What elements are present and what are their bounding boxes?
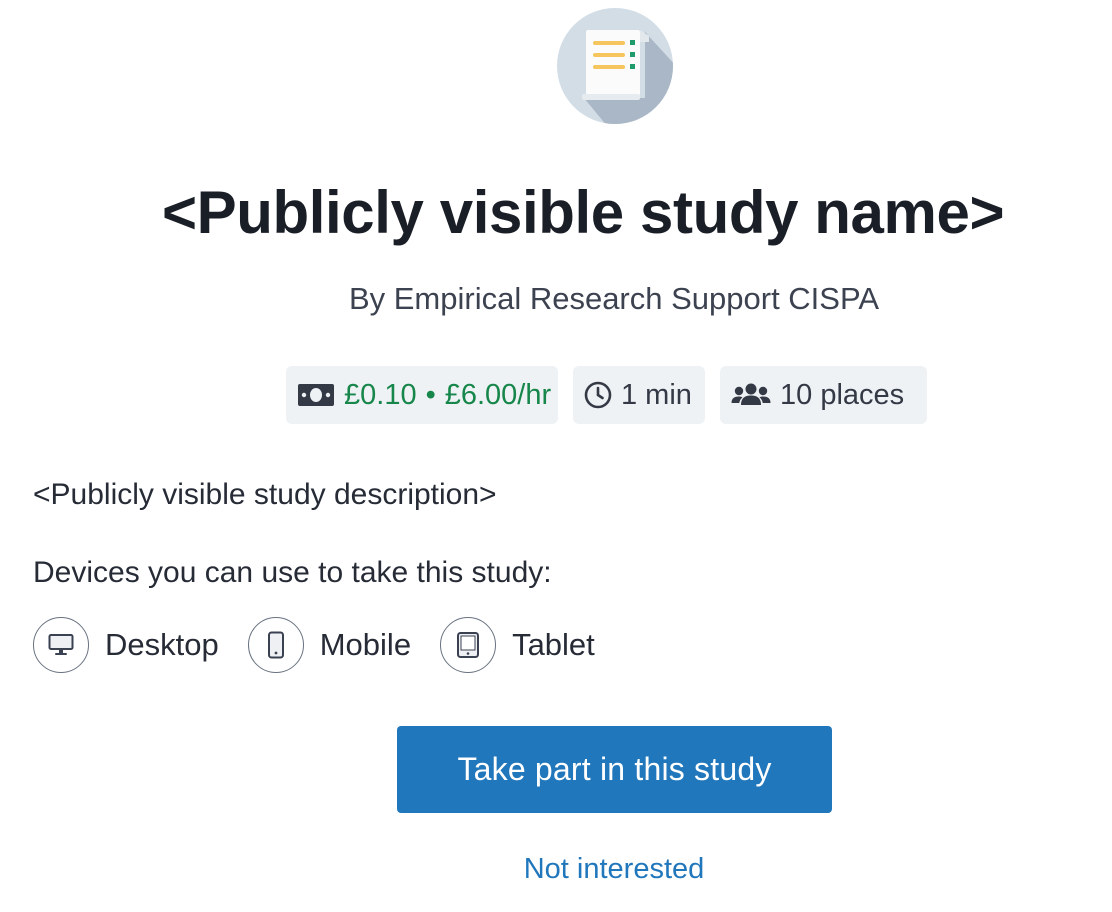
study-details-page: <Publicly visible study name> By Empiric… [0,0,1112,912]
devices-heading: Devices you can use to take this study: [33,556,552,589]
duration-badge: 1 min [573,366,705,424]
take-part-button[interactable]: Take part in this study [397,726,832,813]
places-label: 10 places [780,378,905,411]
tablet-icon [440,617,497,673]
study-byline: By Empirical Research Support CISPA [348,281,880,316]
money-icon [298,384,334,406]
device-tablet: Tablet [440,617,595,673]
users-icon [731,383,771,405]
study-badges: £0.10 • £6.00/hr 1 min 10 places [286,366,927,424]
reward-separator: • [425,378,436,411]
desktop-icon [33,617,89,673]
not-interested-link[interactable]: Not interested [0,850,1112,888]
reward-amount: £0.10 [344,378,417,411]
duration-label: 1 min [621,378,692,411]
study-description: <Publicly visible study description> [33,478,497,511]
mobile-icon [247,617,304,673]
device-list: Desktop Mobile Tablet [33,617,624,673]
hourly-rate: £6.00/hr [444,378,552,411]
study-title: <Publicly visible study name> [162,179,1005,246]
device-mobile: Mobile [247,617,412,673]
device-desktop: Desktop [33,617,219,673]
device-label-desktop: Desktop [105,627,219,662]
device-label-mobile: Mobile [319,627,412,662]
reward-badge: £0.10 • £6.00/hr [286,366,558,424]
places-badge: 10 places [720,366,927,424]
clock-icon [584,381,612,409]
device-label-tablet: Tablet [512,627,595,662]
document-list-icon [557,8,673,124]
